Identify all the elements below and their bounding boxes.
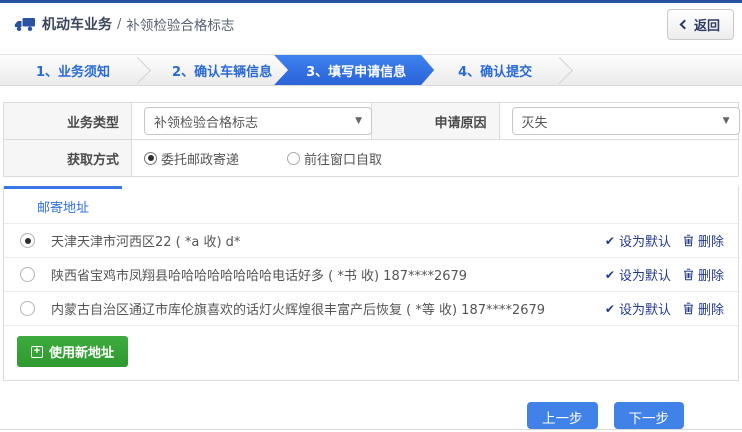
delete-label: 删除 (698, 231, 724, 250)
address-tab-bar: 邮寄地址 (4, 186, 738, 223)
back-button[interactable]: 返回 (667, 9, 734, 40)
delete-label: 删除 (698, 299, 724, 318)
page-title: 机动车业务 (42, 14, 112, 34)
delete-link[interactable]: 删除 (683, 265, 724, 284)
address-text: 内蒙古自治区通辽市库伦旗喜欢的话灯火辉煌很丰富产后恢复 ( *等 收) 187*… (51, 299, 605, 318)
previous-step-button[interactable]: 上一步 (527, 402, 598, 429)
address-row[interactable]: 天津天津市河西区22 ( *a 收) d* ✔ 设为默认 (4, 223, 738, 257)
radio-checked-icon[interactable] (144, 152, 157, 165)
delete-link[interactable]: 删除 (683, 231, 724, 250)
new-address-row: + 使用新地址 (4, 325, 738, 380)
step-separator-icon (130, 55, 152, 85)
plus-icon: + (31, 346, 43, 358)
obtain-method-label: 获取方式 (4, 140, 132, 177)
radio-option-label: 前往窗口自取 (304, 149, 382, 168)
set-default-link[interactable]: ✔ 设为默认 (605, 265, 671, 284)
radio-option-window-pickup[interactable]: 前往窗口自取 (287, 149, 382, 168)
step-4-confirm-submit[interactable]: 4、确认提交 (438, 55, 552, 85)
chevron-down-icon: ▼ (355, 116, 362, 126)
step-1-notice[interactable]: 1、业务须知 (16, 55, 130, 85)
radio-unchecked-icon[interactable] (287, 152, 300, 165)
address-text: 天津天津市河西区22 ( *a 收) d* (51, 231, 605, 250)
business-type-label: 业务类型 (4, 103, 132, 140)
delete-link[interactable]: 删除 (683, 299, 724, 318)
set-default-link[interactable]: ✔ 设为默认 (605, 231, 671, 250)
business-type-select[interactable]: 补领检验合格标志 ▼ (144, 107, 372, 135)
mailing-address-panel: 邮寄地址 天津天津市河西区22 ( *a 收) d* ✔ 设为默认 (3, 186, 739, 381)
address-row[interactable]: 内蒙古自治区通辽市库伦旗喜欢的话灯火辉煌很丰富产后恢复 ( *等 收) 187*… (4, 291, 738, 325)
footer-actions: 上一步 下一步 (3, 402, 739, 429)
chevron-left-icon (680, 19, 690, 29)
radio-option-label: 委托邮政寄递 (161, 149, 239, 168)
radio-unchecked-icon[interactable] (20, 301, 35, 316)
obtain-method-radio-group: 委托邮政寄递 前往窗口自取 (144, 149, 738, 168)
header: 机动车业务 / 补领检验合格标志 返回 (0, 3, 742, 45)
address-row[interactable]: 陕西省宝鸡市凤翔县哈哈哈哈哈哈哈哈电话好多 ( *书 收) 187****267… (4, 257, 738, 291)
main-content: 业务类型 补领检验合格标志 ▼ 申请原因 灭失 ▼ 获取方式 (0, 102, 742, 429)
use-new-address-button[interactable]: + 使用新地址 (17, 336, 128, 367)
back-button-label: 返回 (694, 15, 720, 34)
set-default-label: 设为默认 (619, 299, 671, 318)
check-icon: ✔ (605, 269, 615, 281)
delete-label: 删除 (698, 265, 724, 284)
trash-icon (683, 268, 694, 281)
set-default-link[interactable]: ✔ 设为默认 (605, 299, 671, 318)
bottom-divider (0, 429, 742, 430)
apply-reason-label: 申请原因 (371, 103, 499, 140)
step-separator-icon (552, 55, 574, 85)
set-default-label: 设为默认 (619, 265, 671, 284)
page-subtitle: 补领检验合格标志 (126, 14, 234, 34)
set-default-label: 设为默认 (619, 231, 671, 250)
address-text: 陕西省宝鸡市凤翔县哈哈哈哈哈哈哈哈电话好多 ( *书 收) 187****267… (51, 265, 605, 284)
truck-icon (14, 16, 35, 32)
business-type-value: 补领检验合格标志 (154, 112, 258, 131)
radio-option-postal-delivery[interactable]: 委托邮政寄递 (144, 149, 239, 168)
title-separator: / (117, 17, 121, 32)
radio-unchecked-icon[interactable] (20, 267, 35, 282)
application-form: 业务类型 补领检验合格标志 ▼ 申请原因 灭失 ▼ 获取方式 (3, 102, 739, 177)
step-navigation: 1、业务须知 2、确认车辆信息 3、填写申请信息 4、确认提交 (0, 54, 742, 86)
check-icon: ✔ (605, 303, 615, 315)
check-icon: ✔ (605, 235, 615, 247)
step-2-vehicle-info[interactable]: 2、确认车辆信息 (152, 55, 292, 85)
radio-checked-icon[interactable] (20, 233, 35, 248)
tab-mailing-address[interactable]: 邮寄地址 (4, 186, 122, 223)
use-new-address-label: 使用新地址 (49, 342, 114, 361)
step-3-application-info[interactable]: 3、填写申请信息 (274, 55, 434, 85)
next-step-button[interactable]: 下一步 (614, 402, 685, 429)
chevron-down-icon: ▼ (723, 116, 730, 126)
apply-reason-value: 灭失 (522, 112, 548, 131)
trash-icon (683, 302, 694, 315)
apply-reason-select[interactable]: 灭失 ▼ (512, 107, 740, 135)
trash-icon (683, 234, 694, 247)
page: 机动车业务 / 补领检验合格标志 返回 1、业务须知 2、确认车辆信息 3、填写… (0, 0, 742, 432)
